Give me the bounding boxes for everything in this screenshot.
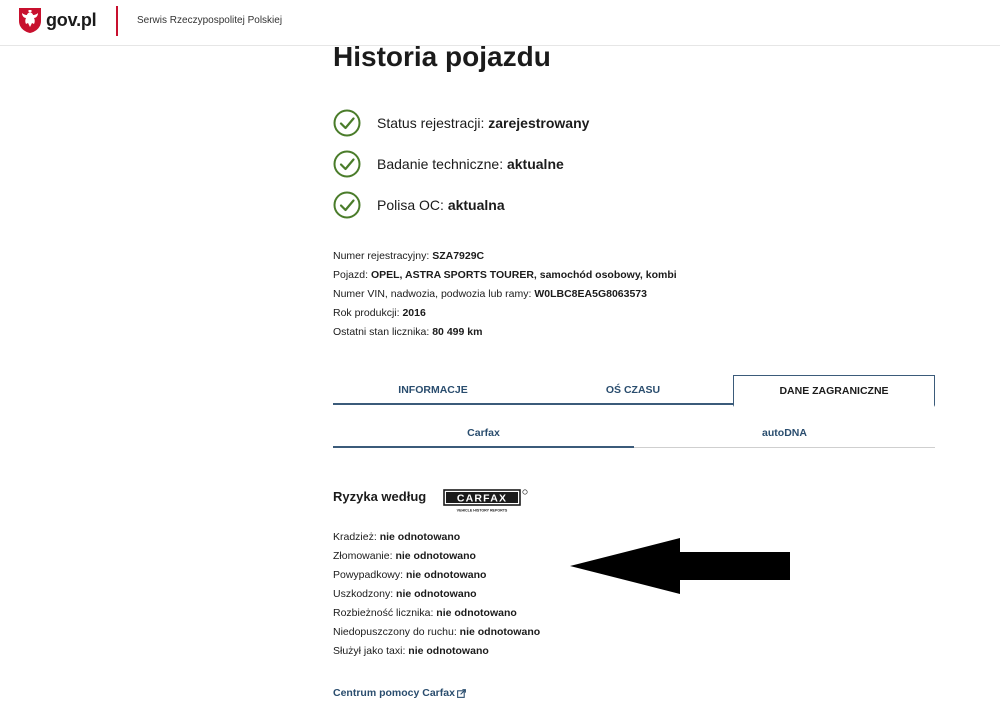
risk-damaged: Uszkodzony: nie odnotowano bbox=[333, 587, 540, 606]
external-link-icon bbox=[457, 688, 466, 698]
risk-value: nie odnotowano bbox=[396, 588, 477, 600]
vehicle-details: Numer rejestracyjny: SZA7929C Pojazd: OP… bbox=[333, 249, 677, 344]
detail-vin: Numer VIN, nadwozia, podwozia lub ramy: … bbox=[333, 287, 677, 306]
risk-label: Powypadkowy: bbox=[333, 569, 406, 581]
status-label: Polisa OC: bbox=[377, 197, 448, 213]
status-list: Status rejestracji: zarejestrowany Badan… bbox=[333, 108, 589, 231]
detail-odometer: Ostatni stan licznika: 80 499 km bbox=[333, 325, 677, 344]
risk-taxi: Służył jako taxi: nie odnotowano bbox=[333, 644, 540, 663]
carfax-logo-text: CARFAX bbox=[457, 492, 507, 504]
site-header: gov.pl Serwis Rzeczypospolitej Polskiej bbox=[0, 0, 1000, 46]
check-circle-icon bbox=[333, 150, 361, 178]
service-name: Serwis Rzeczypospolitej Polskiej bbox=[137, 15, 283, 26]
risk-value: nie odnotowano bbox=[408, 645, 489, 657]
detail-vehicle: Pojazd: OPEL, ASTRA SPORTS TOURER, samoc… bbox=[333, 268, 677, 287]
status-insurance: Polisa OC: aktualna bbox=[333, 190, 589, 220]
detail-label: Rok produkcji: bbox=[333, 307, 403, 319]
tab-informacje[interactable]: INFORMACJE bbox=[333, 375, 533, 405]
status-value: aktualna bbox=[447, 197, 505, 213]
detail-label: Ostatni stan licznika: bbox=[333, 326, 433, 338]
detail-value: SZA7929C bbox=[432, 250, 485, 262]
eagle-emblem-icon bbox=[19, 7, 41, 33]
carfax-help-link[interactable]: Centrum pomocy Carfax bbox=[333, 687, 466, 699]
tab-os-czasu[interactable]: OŚ CZASU bbox=[533, 375, 733, 405]
detail-label: Numer VIN, nadwozia, podwozia lub ramy: bbox=[333, 288, 535, 300]
sub-tabs: Carfax autoDNA bbox=[333, 422, 935, 448]
detail-production-year: Rok produkcji: 2016 bbox=[333, 306, 677, 325]
detail-value: 80 499 km bbox=[432, 326, 483, 338]
risk-value: nie odnotowano bbox=[436, 607, 517, 619]
risk-accident: Powypadkowy: nie odnotowano bbox=[333, 568, 540, 587]
risk-label: Złomowanie: bbox=[333, 550, 396, 562]
status-inspection: Badanie techniczne: aktualne bbox=[333, 149, 589, 179]
help-link-label: Centrum pomocy Carfax bbox=[333, 687, 455, 699]
main-tabs: INFORMACJE OŚ CZASU DANE ZAGRANICZNE bbox=[333, 375, 935, 407]
status-value: zarejestrowany bbox=[488, 115, 590, 131]
carfax-logo: CARFAX VEHICLE HISTORY REPORTS bbox=[443, 489, 528, 513]
arrow-annotation bbox=[570, 538, 790, 594]
carfax-logo-subtext: VEHICLE HISTORY REPORTS bbox=[457, 509, 508, 513]
tab-dane-zagraniczne[interactable]: DANE ZAGRANICZNE bbox=[733, 375, 935, 407]
risk-scrapped: Złomowanie: nie odnotowano bbox=[333, 549, 540, 568]
risk-label: Rozbieżność licznika: bbox=[333, 607, 437, 619]
header-divider bbox=[116, 6, 118, 36]
risk-odometer: Rozbieżność licznika: nie odnotowano bbox=[333, 606, 540, 625]
detail-value: OPEL, ASTRA SPORTS TOURER, samochód osob… bbox=[370, 269, 677, 281]
check-circle-icon bbox=[333, 191, 361, 219]
status-registration: Status rejestracji: zarejestrowany bbox=[333, 108, 589, 138]
status-label: Status rejestracji: bbox=[377, 115, 489, 131]
detail-label: Numer rejestracyjny: bbox=[333, 250, 433, 262]
risk-heading: Ryzyka według bbox=[333, 489, 427, 504]
risk-label: Niedopuszczony do ruchu: bbox=[333, 626, 460, 638]
check-circle-icon bbox=[333, 109, 361, 137]
detail-value: W0LBC8EA5G8063573 bbox=[534, 288, 647, 300]
subtab-carfax[interactable]: Carfax bbox=[333, 422, 634, 448]
risk-value: nie odnotowano bbox=[459, 626, 541, 638]
subtab-autodna[interactable]: autoDNA bbox=[634, 422, 935, 448]
page-title: Historia pojazdu bbox=[333, 41, 551, 72]
detail-registration-number: Numer rejestracyjny: SZA7929C bbox=[333, 249, 677, 268]
risk-value: nie odnotowano bbox=[379, 531, 461, 543]
risk-value: nie odnotowano bbox=[395, 550, 476, 562]
risk-label: Służył jako taxi: bbox=[333, 645, 409, 657]
logo-text: gov.pl bbox=[46, 9, 97, 30]
risk-theft: Kradzież: nie odnotowano bbox=[333, 530, 540, 549]
status-label: Badanie techniczne: bbox=[377, 156, 507, 172]
detail-label: Pojazd: bbox=[333, 269, 371, 281]
risk-not-roadworthy: Niedopuszczony do ruchu: nie odnotowano bbox=[333, 625, 540, 644]
risk-list: Kradzież: nie odnotowano Złomowanie: nie… bbox=[333, 530, 540, 663]
detail-value: 2016 bbox=[402, 307, 426, 319]
risk-value: nie odnotowano bbox=[405, 569, 487, 581]
risk-label: Kradzież: bbox=[333, 531, 380, 543]
risk-label: Uszkodzony: bbox=[333, 588, 397, 600]
govpl-logo-link[interactable]: gov.pl bbox=[18, 6, 97, 34]
status-value: aktualne bbox=[506, 156, 564, 172]
